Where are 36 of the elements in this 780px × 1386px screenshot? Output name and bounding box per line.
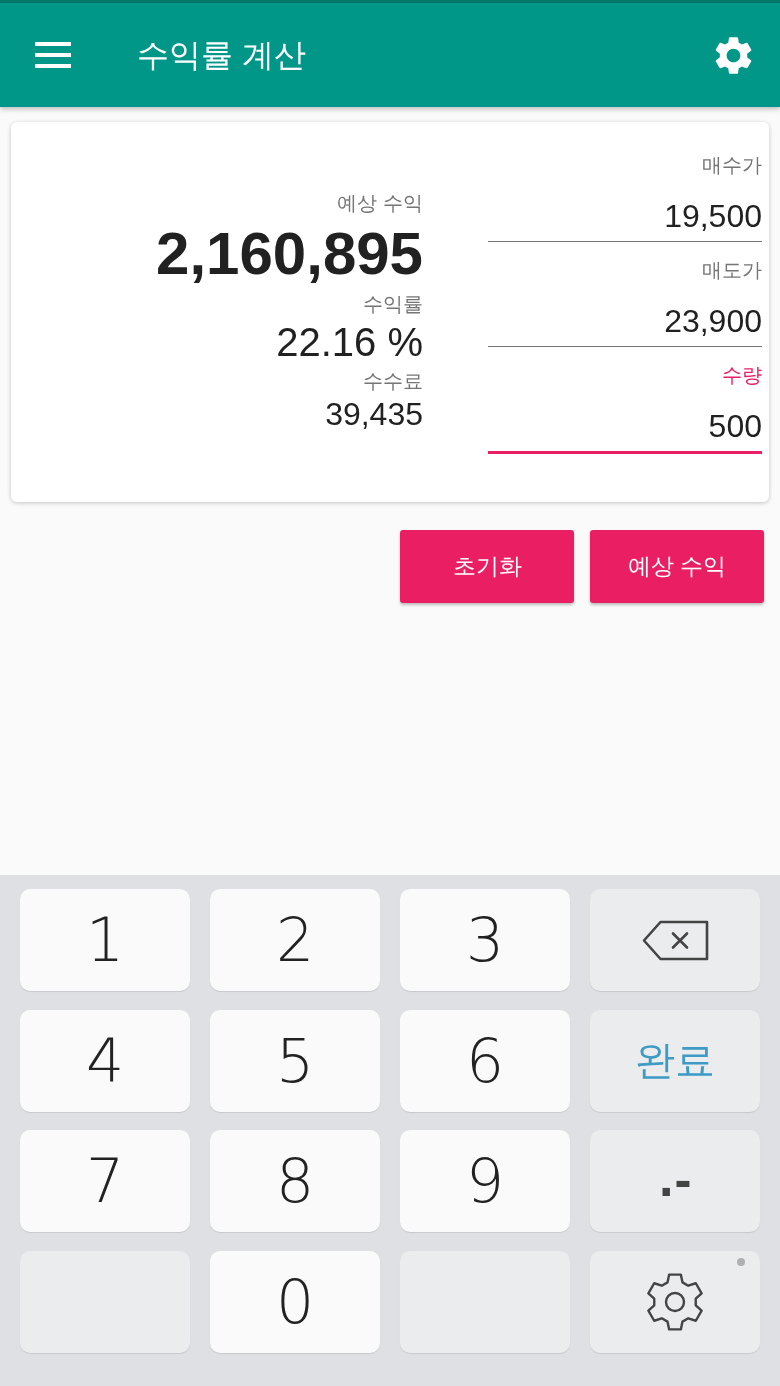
digit-key[interactable]: 4 (20, 1009, 190, 1112)
field-value: 500 (708, 407, 762, 446)
result-label: 예상 수익 (337, 191, 423, 216)
digit-key[interactable]: 9 (400, 1130, 570, 1232)
result-value: 39,435 (325, 395, 423, 434)
field-value: 19,500 (664, 197, 762, 236)
settings-icon[interactable] (715, 36, 752, 74)
digit-key[interactable]: 8 (210, 1130, 380, 1232)
result-value: 2,160,895 (156, 219, 423, 289)
menu-icon[interactable] (35, 42, 71, 68)
action-button[interactable]: 초기화 (400, 530, 574, 603)
field-label: 매도가 (702, 258, 762, 282)
gear-icon (645, 1271, 705, 1332)
field-label: 수량 (722, 363, 762, 387)
field-value: 23,900 (664, 302, 762, 341)
action-button[interactable]: 예상 수익 (590, 530, 764, 603)
digit-key[interactable]: 7 (20, 1130, 190, 1232)
digit-key[interactable]: 6 (400, 1009, 570, 1112)
digit-key[interactable]: 1 (20, 889, 190, 991)
result-label: 수수료 (363, 369, 423, 394)
input-field[interactable]: 매수가 19,500 (488, 153, 762, 242)
result-value: 22.16 % (276, 319, 423, 366)
input-field[interactable]: 수량 500 (488, 363, 762, 454)
digit-key[interactable]: 0 (210, 1250, 380, 1353)
backspace-key[interactable] (590, 889, 760, 991)
digit-key[interactable]: 3 (400, 889, 570, 991)
backspace-icon (641, 919, 709, 961)
settings-key[interactable] (590, 1250, 760, 1353)
indicator-dot-icon (737, 1257, 745, 1266)
app-title: 수익률 계산 (137, 36, 306, 75)
symbol-key[interactable]: .- (590, 1130, 760, 1232)
result-label: 수익률 (363, 292, 423, 317)
digit-key[interactable]: 5 (210, 1009, 380, 1112)
input-field[interactable]: 매도가 23,900 (488, 258, 762, 347)
digit-key[interactable]: 2 (210, 889, 380, 991)
field-label: 매수가 (702, 153, 762, 177)
